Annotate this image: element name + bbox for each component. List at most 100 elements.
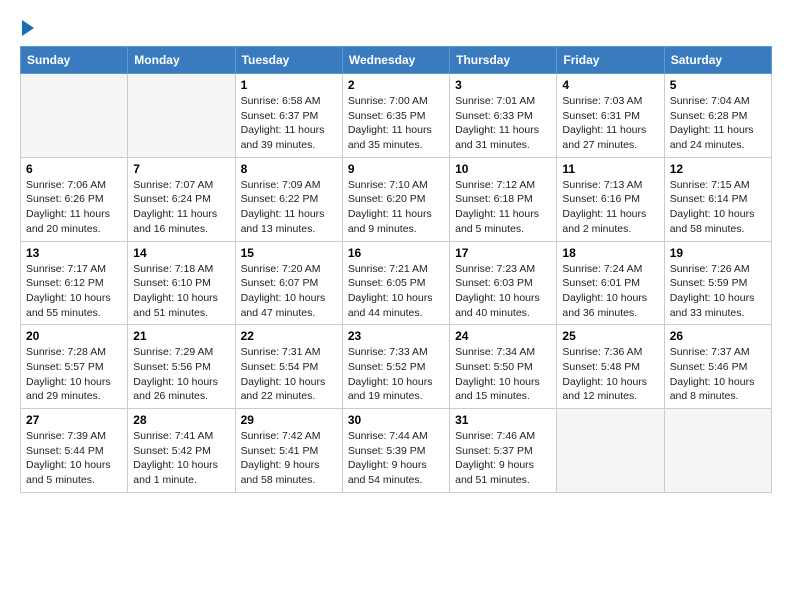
day-details: Sunrise: 7:34 AMSunset: 5:50 PMDaylight:… bbox=[455, 345, 551, 404]
day-number: 24 bbox=[455, 329, 551, 343]
calendar-header-row: SundayMondayTuesdayWednesdayThursdayFrid… bbox=[21, 47, 772, 74]
day-details: Sunrise: 7:46 AMSunset: 5:37 PMDaylight:… bbox=[455, 429, 551, 488]
weekday-header-sunday: Sunday bbox=[21, 47, 128, 74]
day-number: 4 bbox=[562, 78, 658, 92]
day-details: Sunrise: 7:26 AMSunset: 5:59 PMDaylight:… bbox=[670, 262, 766, 321]
calendar-cell: 8Sunrise: 7:09 AMSunset: 6:22 PMDaylight… bbox=[235, 157, 342, 241]
calendar-cell: 7Sunrise: 7:07 AMSunset: 6:24 PMDaylight… bbox=[128, 157, 235, 241]
day-number: 2 bbox=[348, 78, 444, 92]
day-details: Sunrise: 7:31 AMSunset: 5:54 PMDaylight:… bbox=[241, 345, 337, 404]
day-details: Sunrise: 7:21 AMSunset: 6:05 PMDaylight:… bbox=[348, 262, 444, 321]
calendar-cell: 28 Sunrise: 7:41 AMSunset: 5:42 PMDayligh… bbox=[128, 409, 235, 493]
calendar-cell: 31 Sunrise: 7:46 AMSunset: 5:37 PMDayligh… bbox=[450, 409, 557, 493]
weekday-header-wednesday: Wednesday bbox=[342, 47, 449, 74]
calendar-cell: 30 Sunrise: 7:44 AMSunset: 5:39 PMDayligh… bbox=[342, 409, 449, 493]
calendar-cell: 17Sunrise: 7:23 AMSunset: 6:03 PMDayligh… bbox=[450, 241, 557, 325]
day-number: 23 bbox=[348, 329, 444, 343]
day-number: 26 bbox=[670, 329, 766, 343]
calendar-cell: 23 Sunrise: 7:33 AMSunset: 5:52 PMDayligh… bbox=[342, 325, 449, 409]
calendar-cell: 4 Sunrise: 7:03 AMSunset: 6:31 PMDaylight… bbox=[557, 74, 664, 158]
day-number: 19 bbox=[670, 246, 766, 260]
day-number: 13 bbox=[26, 246, 122, 260]
day-details: Sunrise: 7:33 AMSunset: 5:52 PMDaylight:… bbox=[348, 345, 444, 404]
calendar-cell: 14 Sunrise: 7:18 AMSunset: 6:10 PMDayligh… bbox=[128, 241, 235, 325]
calendar-cell: 27 Sunrise: 7:39 AMSunset: 5:44 PMDayligh… bbox=[21, 409, 128, 493]
calendar-cell: 16 Sunrise: 7:21 AMSunset: 6:05 PMDayligh… bbox=[342, 241, 449, 325]
calendar-cell bbox=[128, 74, 235, 158]
calendar-week-1: 1Sunrise: 6:58 AMSunset: 6:37 PMDaylight… bbox=[21, 74, 772, 158]
day-number: 6 bbox=[26, 162, 122, 176]
day-details: Sunrise: 7:12 AMSunset: 6:18 PMDaylight:… bbox=[455, 178, 551, 237]
calendar-cell: 5 Sunrise: 7:04 AMSunset: 6:28 PMDaylight… bbox=[664, 74, 771, 158]
day-number: 20 bbox=[26, 329, 122, 343]
page-header bbox=[20, 20, 772, 36]
calendar-cell: 11 Sunrise: 7:13 AMSunset: 6:16 PMDayligh… bbox=[557, 157, 664, 241]
day-details: Sunrise: 7:41 AMSunset: 5:42 PMDaylight:… bbox=[133, 429, 229, 488]
calendar-cell bbox=[664, 409, 771, 493]
weekday-header-tuesday: Tuesday bbox=[235, 47, 342, 74]
day-number: 3 bbox=[455, 78, 551, 92]
weekday-header-saturday: Saturday bbox=[664, 47, 771, 74]
calendar-week-3: 13Sunrise: 7:17 AMSunset: 6:12 PMDayligh… bbox=[21, 241, 772, 325]
calendar-week-4: 20 Sunrise: 7:28 AMSunset: 5:57 PMDayligh… bbox=[21, 325, 772, 409]
day-details: Sunrise: 7:00 AMSunset: 6:35 PMDaylight:… bbox=[348, 94, 444, 153]
calendar-week-2: 6 Sunrise: 7:06 AMSunset: 6:26 PMDaylight… bbox=[21, 157, 772, 241]
calendar-cell: 15Sunrise: 7:20 AMSunset: 6:07 PMDayligh… bbox=[235, 241, 342, 325]
day-number: 11 bbox=[562, 162, 658, 176]
calendar-cell: 18 Sunrise: 7:24 AMSunset: 6:01 PMDayligh… bbox=[557, 241, 664, 325]
calendar-cell: 10 Sunrise: 7:12 AMSunset: 6:18 PMDayligh… bbox=[450, 157, 557, 241]
day-details: Sunrise: 7:18 AMSunset: 6:10 PMDaylight:… bbox=[133, 262, 229, 321]
day-number: 1 bbox=[241, 78, 337, 92]
day-details: Sunrise: 7:36 AMSunset: 5:48 PMDaylight:… bbox=[562, 345, 658, 404]
day-details: Sunrise: 7:15 AMSunset: 6:14 PMDaylight:… bbox=[670, 178, 766, 237]
day-number: 5 bbox=[670, 78, 766, 92]
day-details: Sunrise: 7:39 AMSunset: 5:44 PMDaylight:… bbox=[26, 429, 122, 488]
calendar-cell: 25 Sunrise: 7:36 AMSunset: 5:48 PMDayligh… bbox=[557, 325, 664, 409]
calendar-cell: 13Sunrise: 7:17 AMSunset: 6:12 PMDayligh… bbox=[21, 241, 128, 325]
calendar-cell: 2 Sunrise: 7:00 AMSunset: 6:35 PMDaylight… bbox=[342, 74, 449, 158]
day-number: 22 bbox=[241, 329, 337, 343]
calendar-cell: 6 Sunrise: 7:06 AMSunset: 6:26 PMDaylight… bbox=[21, 157, 128, 241]
day-details: Sunrise: 7:04 AMSunset: 6:28 PMDaylight:… bbox=[670, 94, 766, 153]
day-number: 28 bbox=[133, 413, 229, 427]
day-number: 8 bbox=[241, 162, 337, 176]
day-details: Sunrise: 7:44 AMSunset: 5:39 PMDaylight:… bbox=[348, 429, 444, 488]
day-number: 27 bbox=[26, 413, 122, 427]
calendar-week-5: 27 Sunrise: 7:39 AMSunset: 5:44 PMDayligh… bbox=[21, 409, 772, 493]
day-number: 25 bbox=[562, 329, 658, 343]
weekday-header-monday: Monday bbox=[128, 47, 235, 74]
day-details: Sunrise: 7:06 AMSunset: 6:26 PMDaylight:… bbox=[26, 178, 122, 237]
calendar-cell: 26 Sunrise: 7:37 AMSunset: 5:46 PMDayligh… bbox=[664, 325, 771, 409]
day-number: 14 bbox=[133, 246, 229, 260]
calendar-cell: 22 Sunrise: 7:31 AMSunset: 5:54 PMDayligh… bbox=[235, 325, 342, 409]
calendar-table: SundayMondayTuesdayWednesdayThursdayFrid… bbox=[20, 46, 772, 493]
day-details: Sunrise: 7:28 AMSunset: 5:57 PMDaylight:… bbox=[26, 345, 122, 404]
day-details: Sunrise: 7:29 AMSunset: 5:56 PMDaylight:… bbox=[133, 345, 229, 404]
calendar-cell: 3 Sunrise: 7:01 AMSunset: 6:33 PMDaylight… bbox=[450, 74, 557, 158]
weekday-header-friday: Friday bbox=[557, 47, 664, 74]
calendar-cell: 21Sunrise: 7:29 AMSunset: 5:56 PMDayligh… bbox=[128, 325, 235, 409]
day-number: 18 bbox=[562, 246, 658, 260]
calendar-cell: 12 Sunrise: 7:15 AMSunset: 6:14 PMDayligh… bbox=[664, 157, 771, 241]
day-number: 12 bbox=[670, 162, 766, 176]
day-details: Sunrise: 7:03 AMSunset: 6:31 PMDaylight:… bbox=[562, 94, 658, 153]
logo-arrow-icon bbox=[22, 20, 34, 36]
calendar-cell: 19 Sunrise: 7:26 AMSunset: 5:59 PMDayligh… bbox=[664, 241, 771, 325]
day-number: 7 bbox=[133, 162, 229, 176]
logo bbox=[20, 20, 34, 36]
calendar-cell bbox=[21, 74, 128, 158]
day-number: 17 bbox=[455, 246, 551, 260]
day-details: Sunrise: 7:37 AMSunset: 5:46 PMDaylight:… bbox=[670, 345, 766, 404]
day-number: 31 bbox=[455, 413, 551, 427]
day-number: 16 bbox=[348, 246, 444, 260]
day-number: 30 bbox=[348, 413, 444, 427]
day-details: Sunrise: 7:01 AMSunset: 6:33 PMDaylight:… bbox=[455, 94, 551, 153]
day-details: Sunrise: 7:10 AMSunset: 6:20 PMDaylight:… bbox=[348, 178, 444, 237]
day-number: 10 bbox=[455, 162, 551, 176]
calendar-cell: 24 Sunrise: 7:34 AMSunset: 5:50 PMDayligh… bbox=[450, 325, 557, 409]
day-number: 9 bbox=[348, 162, 444, 176]
day-details: Sunrise: 7:24 AMSunset: 6:01 PMDaylight:… bbox=[562, 262, 658, 321]
day-details: Sunrise: 7:13 AMSunset: 6:16 PMDaylight:… bbox=[562, 178, 658, 237]
calendar-cell: 9 Sunrise: 7:10 AMSunset: 6:20 PMDaylight… bbox=[342, 157, 449, 241]
calendar-cell: 20 Sunrise: 7:28 AMSunset: 5:57 PMDayligh… bbox=[21, 325, 128, 409]
